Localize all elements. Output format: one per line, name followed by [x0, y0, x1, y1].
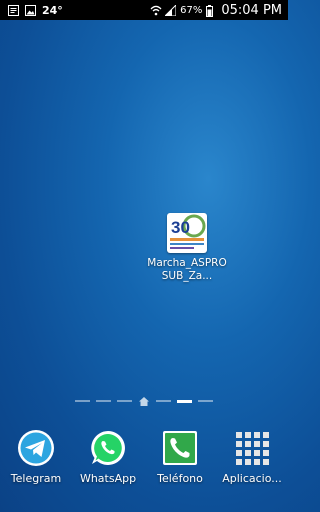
page-indicator[interactable]	[0, 396, 288, 406]
shortcut-label: Marcha_ASPROSUB_Za...	[147, 257, 227, 282]
telegram-icon	[16, 428, 56, 468]
battery-percent: 67%	[180, 4, 203, 16]
apps-grid-icon	[232, 428, 272, 468]
whatsapp-icon	[88, 428, 128, 468]
dock-label: WhatsApp	[79, 472, 137, 485]
image-icon	[25, 4, 36, 16]
clock: 05:04 PM	[221, 2, 282, 18]
dock-label: Aplicacio...	[222, 472, 282, 485]
dock: Telegram WhatsApp Teléfono Aplicacio...	[0, 428, 288, 498]
dock-label: Telegram	[10, 472, 62, 485]
dock-app-phone[interactable]: Teléfono	[145, 428, 215, 498]
status-bar-right: 67% 05:04 PM	[150, 3, 288, 18]
dock-app-whatsapp[interactable]: WhatsApp	[73, 428, 143, 498]
dock-app-apps[interactable]: Aplicacio...	[217, 428, 287, 498]
home-page-icon[interactable]	[138, 396, 150, 406]
signal-icon	[163, 3, 177, 16]
temperature-text: 24°	[42, 3, 63, 17]
home-shortcut[interactable]: 30 Marcha_ASPROSUB_Za...	[144, 213, 230, 283]
wifi-icon	[150, 5, 162, 16]
notes-icon	[8, 4, 19, 16]
page-dot[interactable]	[117, 400, 132, 402]
status-bar-left: 24°	[0, 4, 63, 17]
thumbnail-number: 30	[171, 218, 190, 237]
status-bar[interactable]: 24° 67% 05:04 PM	[0, 0, 288, 20]
battery-icon	[206, 4, 214, 17]
dock-app-telegram[interactable]: Telegram	[1, 428, 71, 498]
page-dot[interactable]	[75, 400, 90, 402]
page-dot[interactable]	[198, 400, 213, 402]
phone-icon	[160, 428, 200, 468]
page-dot-active[interactable]	[177, 399, 192, 403]
dock-label: Teléfono	[157, 472, 203, 485]
page-dot[interactable]	[156, 400, 171, 402]
page-dot[interactable]	[96, 400, 111, 402]
shortcut-thumbnail: 30	[167, 213, 207, 253]
